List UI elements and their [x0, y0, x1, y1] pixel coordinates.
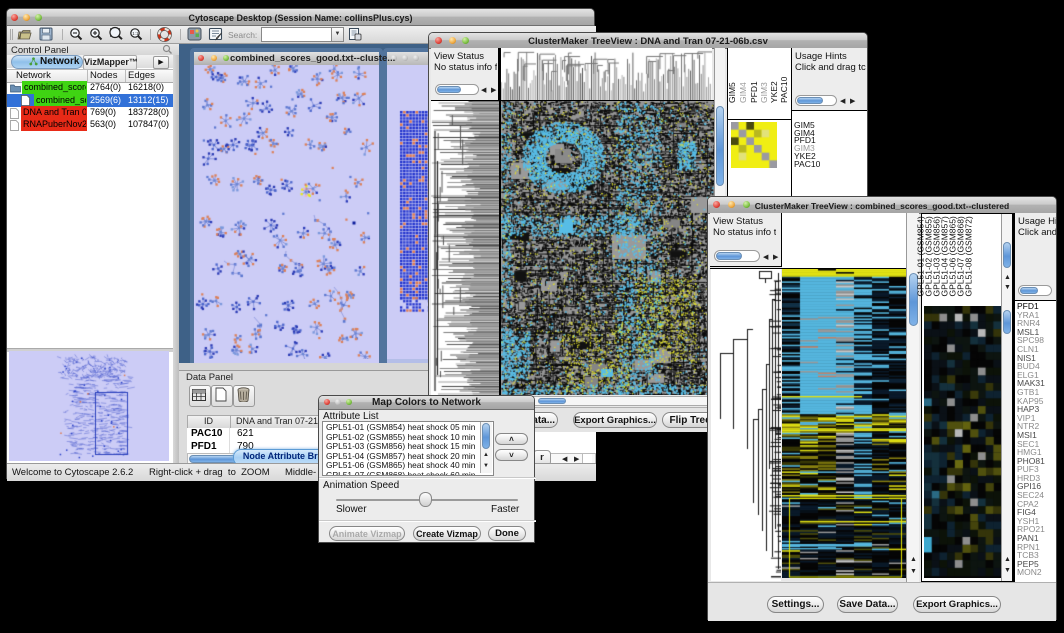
svg-text:1:1: 1:1	[132, 31, 139, 36]
